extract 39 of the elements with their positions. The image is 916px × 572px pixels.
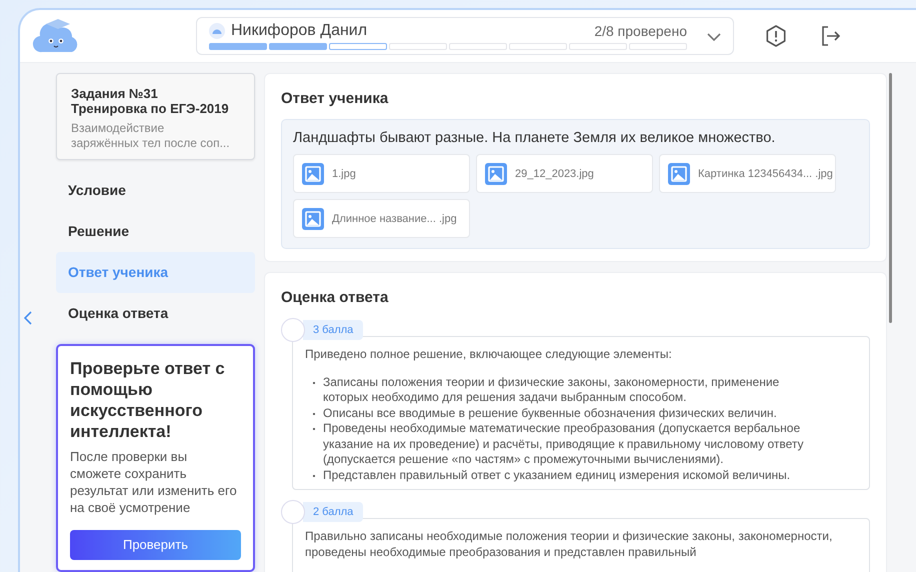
criteria-item: Описаны все вводимые в решение буквенные обозначения физических величин.: [323, 406, 777, 421]
nav-item[interactable]: Ответ ученика: [56, 252, 255, 293]
image-icon: [302, 208, 324, 230]
criteria-text: Правильно записаны необходимые положения теории и физические законы, закономерности, проведены необходимые преобразования и представлен правильный: [305, 529, 834, 560]
chevron-down-icon: [707, 33, 721, 41]
criteria-text: Приведено полное решение, включающее следующие элементы:: [305, 347, 673, 362]
file-attachment[interactable]: 1.jpg: [293, 154, 470, 193]
image-icon: [302, 162, 324, 184]
cap-icon: [209, 23, 225, 39]
task-card[interactable]: Задания №31 Тренировка по ЕГЭ-2019 Взаимодействие заряжённых тел после соп...: [56, 73, 255, 160]
nav-item[interactable]: Оценка ответа: [56, 293, 255, 334]
check-button[interactable]: Проверить: [70, 530, 241, 560]
progress-text: 2/8 проверено: [594, 23, 687, 39]
radio-button[interactable]: [281, 500, 305, 524]
nav-item[interactable]: Решение: [56, 211, 255, 252]
student-selector[interactable]: Никифоров Данил 2/8 проверено: [196, 17, 734, 55]
criteria-item: Представлен правильный ответ с указанием единиц измерения искомой величины.: [323, 468, 790, 483]
image-icon: [668, 162, 690, 184]
ai-promo-text: После проверки вы сможете сохранить результат или изменить его на своё усмотрение: [70, 448, 238, 516]
criteria-item: Проведены необходимые математические преобразования (допускается вербальное указание на их проведение) и расчёты, приводящие к правильному числовому ответу (допускается решение «по частям» с промежуточными вычислениями).: [323, 421, 805, 468]
criteria-item: Записаны положения теории и физические законы, закономерности, применение которых необходимо для решения задачи выбранным способом.: [323, 374, 780, 406]
section-title: Ответ ученика: [281, 90, 390, 107]
score-badge: 2 балла: [303, 502, 364, 522]
answer-text: Ландшафты бывают разные. На планете Земля их великое множество.: [293, 130, 776, 146]
score-badge: 3 балла: [303, 320, 364, 340]
task-title: Задания №31 Тренировка по ЕГЭ-2019: [71, 86, 230, 116]
student-name: Никифоров Данил: [231, 22, 368, 40]
scrollbar[interactable]: [889, 73, 892, 323]
nav-item[interactable]: Условие: [56, 170, 255, 211]
file-attachment[interactable]: 29_12_2023.jpg: [476, 154, 653, 193]
section-title: Оценка ответа: [281, 289, 390, 306]
file-attachment[interactable]: Длинное название... .jpg: [293, 199, 470, 238]
ai-promo-title: Проверьте ответ с помощью искусственного интеллекта!: [70, 358, 226, 442]
image-icon: [485, 162, 507, 184]
chevron-left-icon[interactable]: [24, 311, 32, 325]
file-attachment[interactable]: Картинка 123456434... .jpg: [659, 154, 836, 193]
radio-button[interactable]: [281, 318, 305, 342]
warning-icon[interactable]: [764, 24, 788, 48]
task-subtitle: Взаимодействие заряжённых тел после соп...: [71, 121, 231, 151]
